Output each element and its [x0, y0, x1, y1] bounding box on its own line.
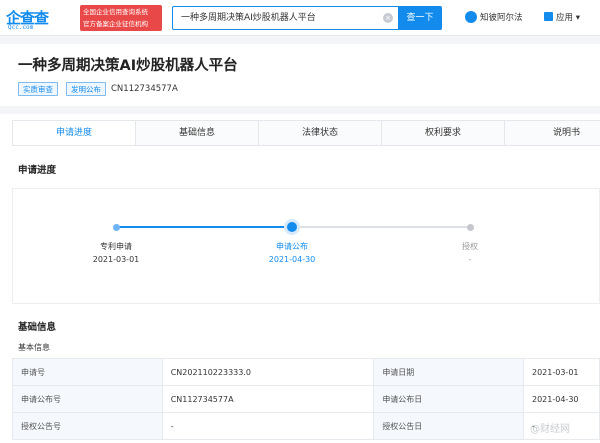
type-badge: 发明公布 — [66, 82, 106, 96]
clear-icon[interactable]: × — [383, 13, 393, 23]
field-value: - — [161, 412, 375, 440]
top-bar: 企查查 Qcc.com 全国企业信用查询系统 官方备案企业征信机构 一种多周期决… — [0, 0, 600, 36]
step-date-filed: 2021-03-01 — [92, 255, 140, 264]
tab-basic-info[interactable]: 基础信息 — [136, 121, 259, 145]
progress-line-pending — [292, 226, 471, 228]
field-label: 申请号 — [12, 358, 163, 386]
publication-number: CN112734577A — [111, 84, 178, 94]
step-dot-published — [287, 222, 297, 232]
tab-progress[interactable]: 申请进度 — [13, 121, 136, 145]
basic-info-table: 申请号 CN202110223333.0 申请日期 2021-03-01 申请公… — [12, 358, 600, 440]
basic-section-title: 基础信息 — [18, 322, 57, 333]
step-date-granted: - — [468, 255, 472, 264]
tab-claims[interactable]: 权利要求 — [382, 121, 505, 145]
watermark: @财经网 — [530, 424, 570, 435]
progress-timeline: 专利申请 2021-03-01 申请公布 2021-04-30 授权 - — [12, 188, 600, 304]
step-label-granted: 授权 — [462, 242, 478, 251]
step-dot-filed — [113, 224, 120, 231]
user-name: 知彼阿尔法 — [480, 13, 523, 23]
patent-header: 一种多周期决策AI炒股机器人平台 实质审查 发明公布 CN112734577A — [0, 44, 600, 106]
search-input[interactable]: 一种多周期决策AI炒股机器人平台 — [172, 6, 398, 30]
step-label-published: 申请公布 — [276, 242, 308, 251]
field-label: 申请日期 — [373, 358, 524, 386]
badge-line1: 全国企业信用查询系统 — [83, 8, 148, 16]
qcc-logo[interactable]: 企查查 Qcc.com — [6, 5, 78, 31]
step-dot-granted — [467, 224, 474, 231]
status-badge: 实质审查 — [18, 82, 58, 96]
field-label: 申请公布日 — [373, 385, 524, 413]
tab-description[interactable]: 说明书 — [505, 121, 600, 145]
basic-subtitle: 基本信息 — [18, 343, 50, 352]
badge-line2: 官方备案企业征信机构 — [83, 20, 148, 28]
tab-bar: 申请进度 基础信息 法律状态 权利要求 说明书 — [12, 120, 600, 146]
user-menu[interactable]: 知彼阿尔法 — [465, 9, 523, 27]
field-label: 授权公告号 — [12, 412, 163, 440]
apps-grid-icon — [544, 12, 553, 21]
alpha-icon — [465, 10, 477, 23]
field-value: 2021-03-01 — [523, 358, 600, 386]
field-value: 2021-04-30 — [523, 385, 600, 413]
table-row: 授权公告号 - 授权公告日 - — [12, 412, 600, 440]
step-date-published: 2021-04-30 — [268, 255, 316, 264]
table-row: 申请公布号 CN112734577A 申请公布日 2021-04-30 — [12, 385, 600, 413]
credit-badge: 全国企业信用查询系统 官方备案企业征信机构 — [80, 5, 162, 31]
search-button[interactable]: 查一下 — [398, 6, 442, 30]
apps-menu[interactable]: 应用 ▾ — [544, 9, 580, 27]
page-title: 一种多周期决策AI炒股机器人平台 — [18, 58, 238, 74]
chevron-down-icon: ▾ — [575, 13, 580, 23]
field-value: CN202110223333.0 — [161, 358, 375, 386]
step-label-filed: 专利申请 — [100, 242, 132, 251]
table-row: 申请号 CN202110223333.0 申请日期 2021-03-01 — [12, 358, 600, 386]
progress-line-done — [116, 226, 292, 228]
field-label: 授权公告日 — [373, 412, 524, 440]
tab-legal-status[interactable]: 法律状态 — [259, 121, 382, 145]
logo-domain: Qcc.com — [8, 24, 34, 31]
field-value: CN112734577A — [161, 385, 375, 413]
apps-label: 应用 — [556, 13, 574, 23]
progress-section-title: 申请进度 — [18, 165, 57, 176]
field-label: 申请公布号 — [12, 385, 163, 413]
main-panel: 申请进度 基础信息 法律状态 权利要求 说明书 申请进度 专利申请 2021-0… — [0, 114, 600, 443]
